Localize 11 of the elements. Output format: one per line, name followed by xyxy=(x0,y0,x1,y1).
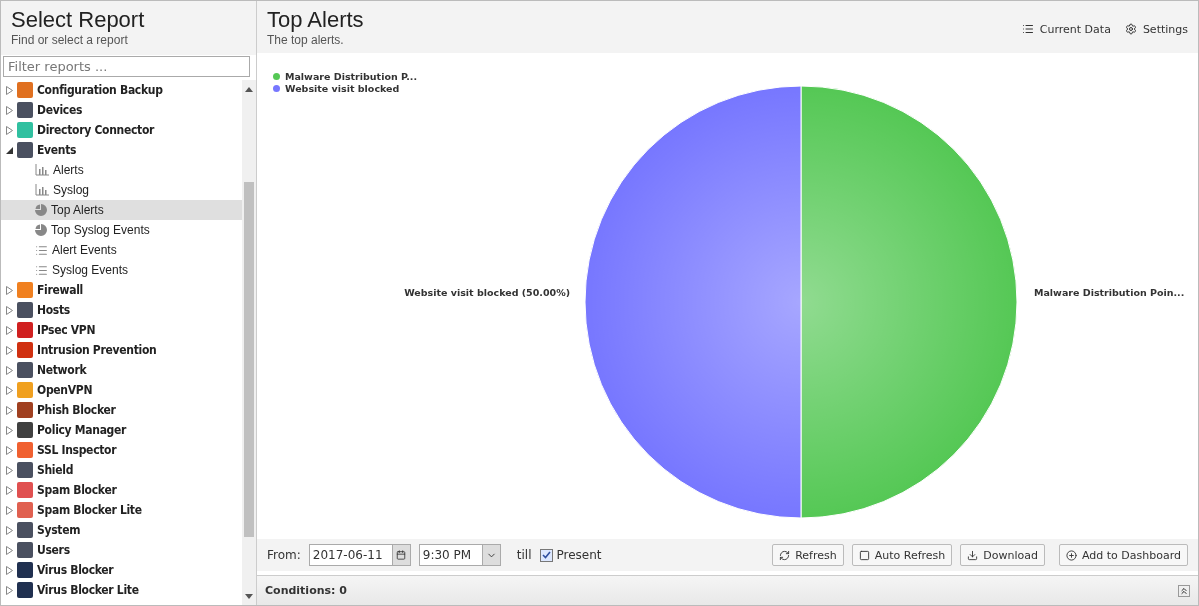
slice-label: Malware Distribution Poin... xyxy=(1034,287,1185,298)
sidebar-title: Select Report xyxy=(11,7,146,33)
conditions-label: Conditions: 0 xyxy=(265,584,347,597)
present-label: Present xyxy=(556,548,602,562)
till-label: till xyxy=(516,548,532,562)
from-label: From: xyxy=(267,548,301,562)
sidebar-subtitle: Find or select a report xyxy=(11,33,129,47)
report-subtitle: The top alerts. xyxy=(267,33,345,47)
report-title: Top Alerts xyxy=(267,7,364,33)
legend-label: Website visit blocked xyxy=(285,83,400,94)
slice-label: Website visit blocked (50.00%) xyxy=(404,287,570,298)
